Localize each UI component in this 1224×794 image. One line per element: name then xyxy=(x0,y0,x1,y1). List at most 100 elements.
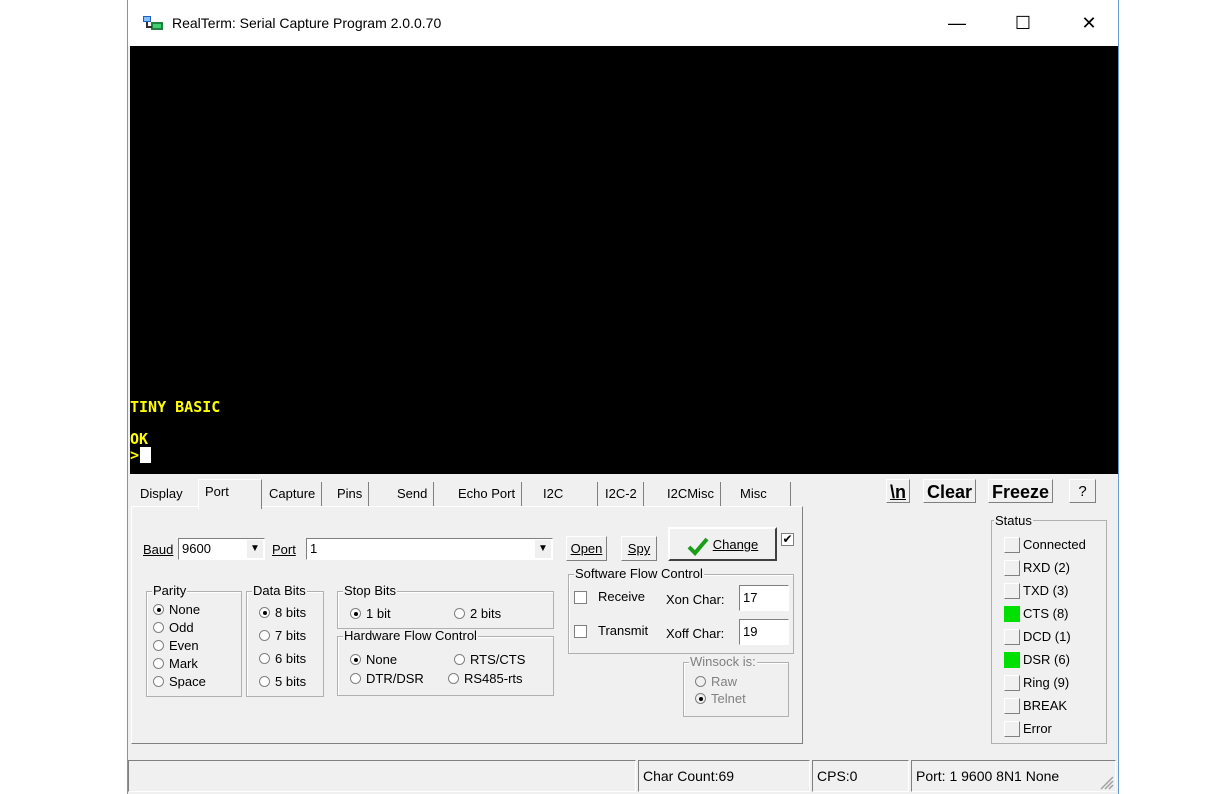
chevron-down-icon: ▼ xyxy=(247,540,263,558)
tab-port[interactable]: Port xyxy=(198,479,262,509)
status-indicator-icon xyxy=(1004,675,1020,691)
hw-flow-option-none[interactable]: None xyxy=(350,653,397,667)
xoff-char-input[interactable]: 19 xyxy=(739,619,789,645)
port-label: Port xyxy=(272,542,296,557)
status-indicator-icon xyxy=(1004,721,1020,737)
change-label: Change xyxy=(712,537,759,552)
radio-icon xyxy=(153,622,164,634)
terminal-line: TINY BASIC xyxy=(130,398,221,416)
status-indicator-label: Error xyxy=(1023,721,1052,736)
checkmark-icon xyxy=(687,537,709,556)
hardware-flow-title: Hardware Flow Control xyxy=(343,628,478,643)
port-select[interactable]: 1 ▼ xyxy=(306,538,553,560)
newline-button[interactable]: \n xyxy=(886,479,910,503)
status-title: Status xyxy=(994,513,1033,528)
stop-bits-group: Stop Bits 1 bit 2 bits xyxy=(337,584,554,629)
hw-flow-option-rs485-rts[interactable]: RS485-rts xyxy=(448,672,523,686)
open-button[interactable]: Open xyxy=(566,536,607,561)
status-indicator-label: TXD (3) xyxy=(1023,583,1069,598)
hw-flow-option-dtr-dsr[interactable]: DTR/DSR xyxy=(350,672,424,686)
stop-bits-option-1[interactable]: 1 bit xyxy=(350,607,391,621)
window-title: RealTerm: Serial Capture Program 2.0.0.7… xyxy=(172,15,442,31)
port-info: Port: 1 9600 8N1 None xyxy=(911,760,1116,792)
stop-bits-title: Stop Bits xyxy=(343,583,398,598)
freeze-button[interactable]: Freeze xyxy=(988,479,1054,503)
hw-flow-option-rts-cts[interactable]: RTS/CTS xyxy=(454,653,525,667)
tab-misc[interactable]: Misc xyxy=(734,482,791,506)
radio-icon xyxy=(695,676,706,688)
status-indicator-label: CTS (8) xyxy=(1023,606,1069,621)
tab-i2cmisc[interactable]: I2CMisc xyxy=(661,482,721,506)
maximize-button[interactable]: ☐ xyxy=(1000,0,1046,46)
tab-send[interactable]: Send xyxy=(391,482,435,506)
radio-icon xyxy=(153,640,164,652)
status-indicator-icon xyxy=(1004,537,1020,553)
stop-bits-option-2[interactable]: 2 bits xyxy=(454,607,501,621)
radio-icon xyxy=(153,676,164,688)
spy-button[interactable]: Spy xyxy=(621,536,657,561)
parity-option-space[interactable]: Space xyxy=(153,675,206,689)
realterm-window: RealTerm: Serial Capture Program 2.0.0.7… xyxy=(127,0,1119,794)
winsock-title: Winsock is: xyxy=(689,654,757,669)
radio-icon xyxy=(454,654,465,666)
data-bits-option-5[interactable]: 5 bits xyxy=(259,675,306,689)
radio-icon xyxy=(153,658,164,670)
status-indicator-label: Connected xyxy=(1023,537,1086,552)
parity-option-none[interactable]: None xyxy=(153,603,200,617)
winsock-option-telnet[interactable]: Telnet xyxy=(695,692,746,706)
status-bar: Char Count:69 CPS:0 Port: 1 9600 8N1 Non… xyxy=(128,758,1118,794)
tab-display[interactable]: Display xyxy=(134,482,189,506)
status-indicator-label: BREAK xyxy=(1023,698,1068,713)
data-bits-option-7[interactable]: 7 bits xyxy=(259,629,306,643)
tab-echo-port[interactable]: Echo Port xyxy=(452,482,523,506)
char-count: Char Count:69 xyxy=(638,760,810,792)
data-bits-option-6[interactable]: 6 bits xyxy=(259,652,306,666)
status-indicator-icon xyxy=(1004,698,1020,714)
receive-checkbox[interactable] xyxy=(574,591,587,604)
tab-pins[interactable]: Pins xyxy=(331,482,370,506)
radio-icon xyxy=(259,653,270,665)
status-indicator-label: Ring (9) xyxy=(1023,675,1070,690)
parity-group: Parity None Odd Even Mark Space xyxy=(146,584,242,697)
data-bits-group: Data Bits 8 bits 7 bits 6 bits 5 bits xyxy=(246,584,324,697)
change-checkbox[interactable]: ✔ xyxy=(781,533,794,546)
radio-selected-icon xyxy=(259,607,270,619)
clear-button[interactable]: Clear xyxy=(923,479,977,503)
terminal-output[interactable]: TINY BASIC OK > xyxy=(130,46,1118,474)
status-indicator-label: DSR (6) xyxy=(1023,652,1070,667)
port-value: 1 xyxy=(310,541,318,556)
transmit-label: Transmit xyxy=(598,623,649,638)
baud-label: Baud xyxy=(143,542,174,557)
parity-option-mark[interactable]: Mark xyxy=(153,657,198,671)
cps-value: CPS:0 xyxy=(812,760,909,792)
terminal-prompt-line: > xyxy=(130,447,152,463)
winsock-option-raw[interactable]: Raw xyxy=(695,675,737,689)
status-group: Status Connected RXD (2) TXD (3) CTS (8) DCD… xyxy=(991,514,1107,744)
transmit-checkbox[interactable] xyxy=(574,625,587,638)
status-indicator-icon xyxy=(1004,583,1020,599)
radio-selected-icon xyxy=(350,608,361,620)
help-button[interactable]: ? xyxy=(1069,479,1096,503)
status-indicator-icon xyxy=(1004,560,1020,576)
chevron-down-icon: ▼ xyxy=(535,540,551,558)
xon-char-input[interactable]: 17 xyxy=(739,585,789,611)
parity-option-even[interactable]: Even xyxy=(153,639,199,653)
minimize-button[interactable]: — xyxy=(934,0,980,46)
tab-capture[interactable]: Capture xyxy=(263,482,323,506)
resize-grip-icon[interactable] xyxy=(1096,772,1114,790)
title-bar[interactable]: RealTerm: Serial Capture Program 2.0.0.7… xyxy=(128,0,1118,46)
receive-label: Receive xyxy=(598,589,645,604)
hardware-flow-control-group: Hardware Flow Control None RTS/CTS DTR/D… xyxy=(337,629,554,696)
close-button[interactable]: ✕ xyxy=(1066,0,1112,46)
baud-select[interactable]: 9600 ▼ xyxy=(178,538,265,560)
parity-option-odd[interactable]: Odd xyxy=(153,621,194,635)
tab-i2c[interactable]: I2C xyxy=(537,482,598,506)
change-button[interactable]: Change xyxy=(668,527,777,561)
status-indicator-icon xyxy=(1004,606,1020,622)
tab-i2c-2[interactable]: I2C-2 xyxy=(599,482,644,506)
radio-selected-icon xyxy=(153,604,164,616)
data-bits-option-8[interactable]: 8 bits xyxy=(259,606,306,620)
status-bar-empty-cell xyxy=(128,760,636,792)
port-tab-panel: Baud 9600 ▼ Port 1 ▼ Open Spy Change ✔ Par… xyxy=(131,506,803,744)
software-flow-title: Software Flow Control xyxy=(574,566,704,581)
